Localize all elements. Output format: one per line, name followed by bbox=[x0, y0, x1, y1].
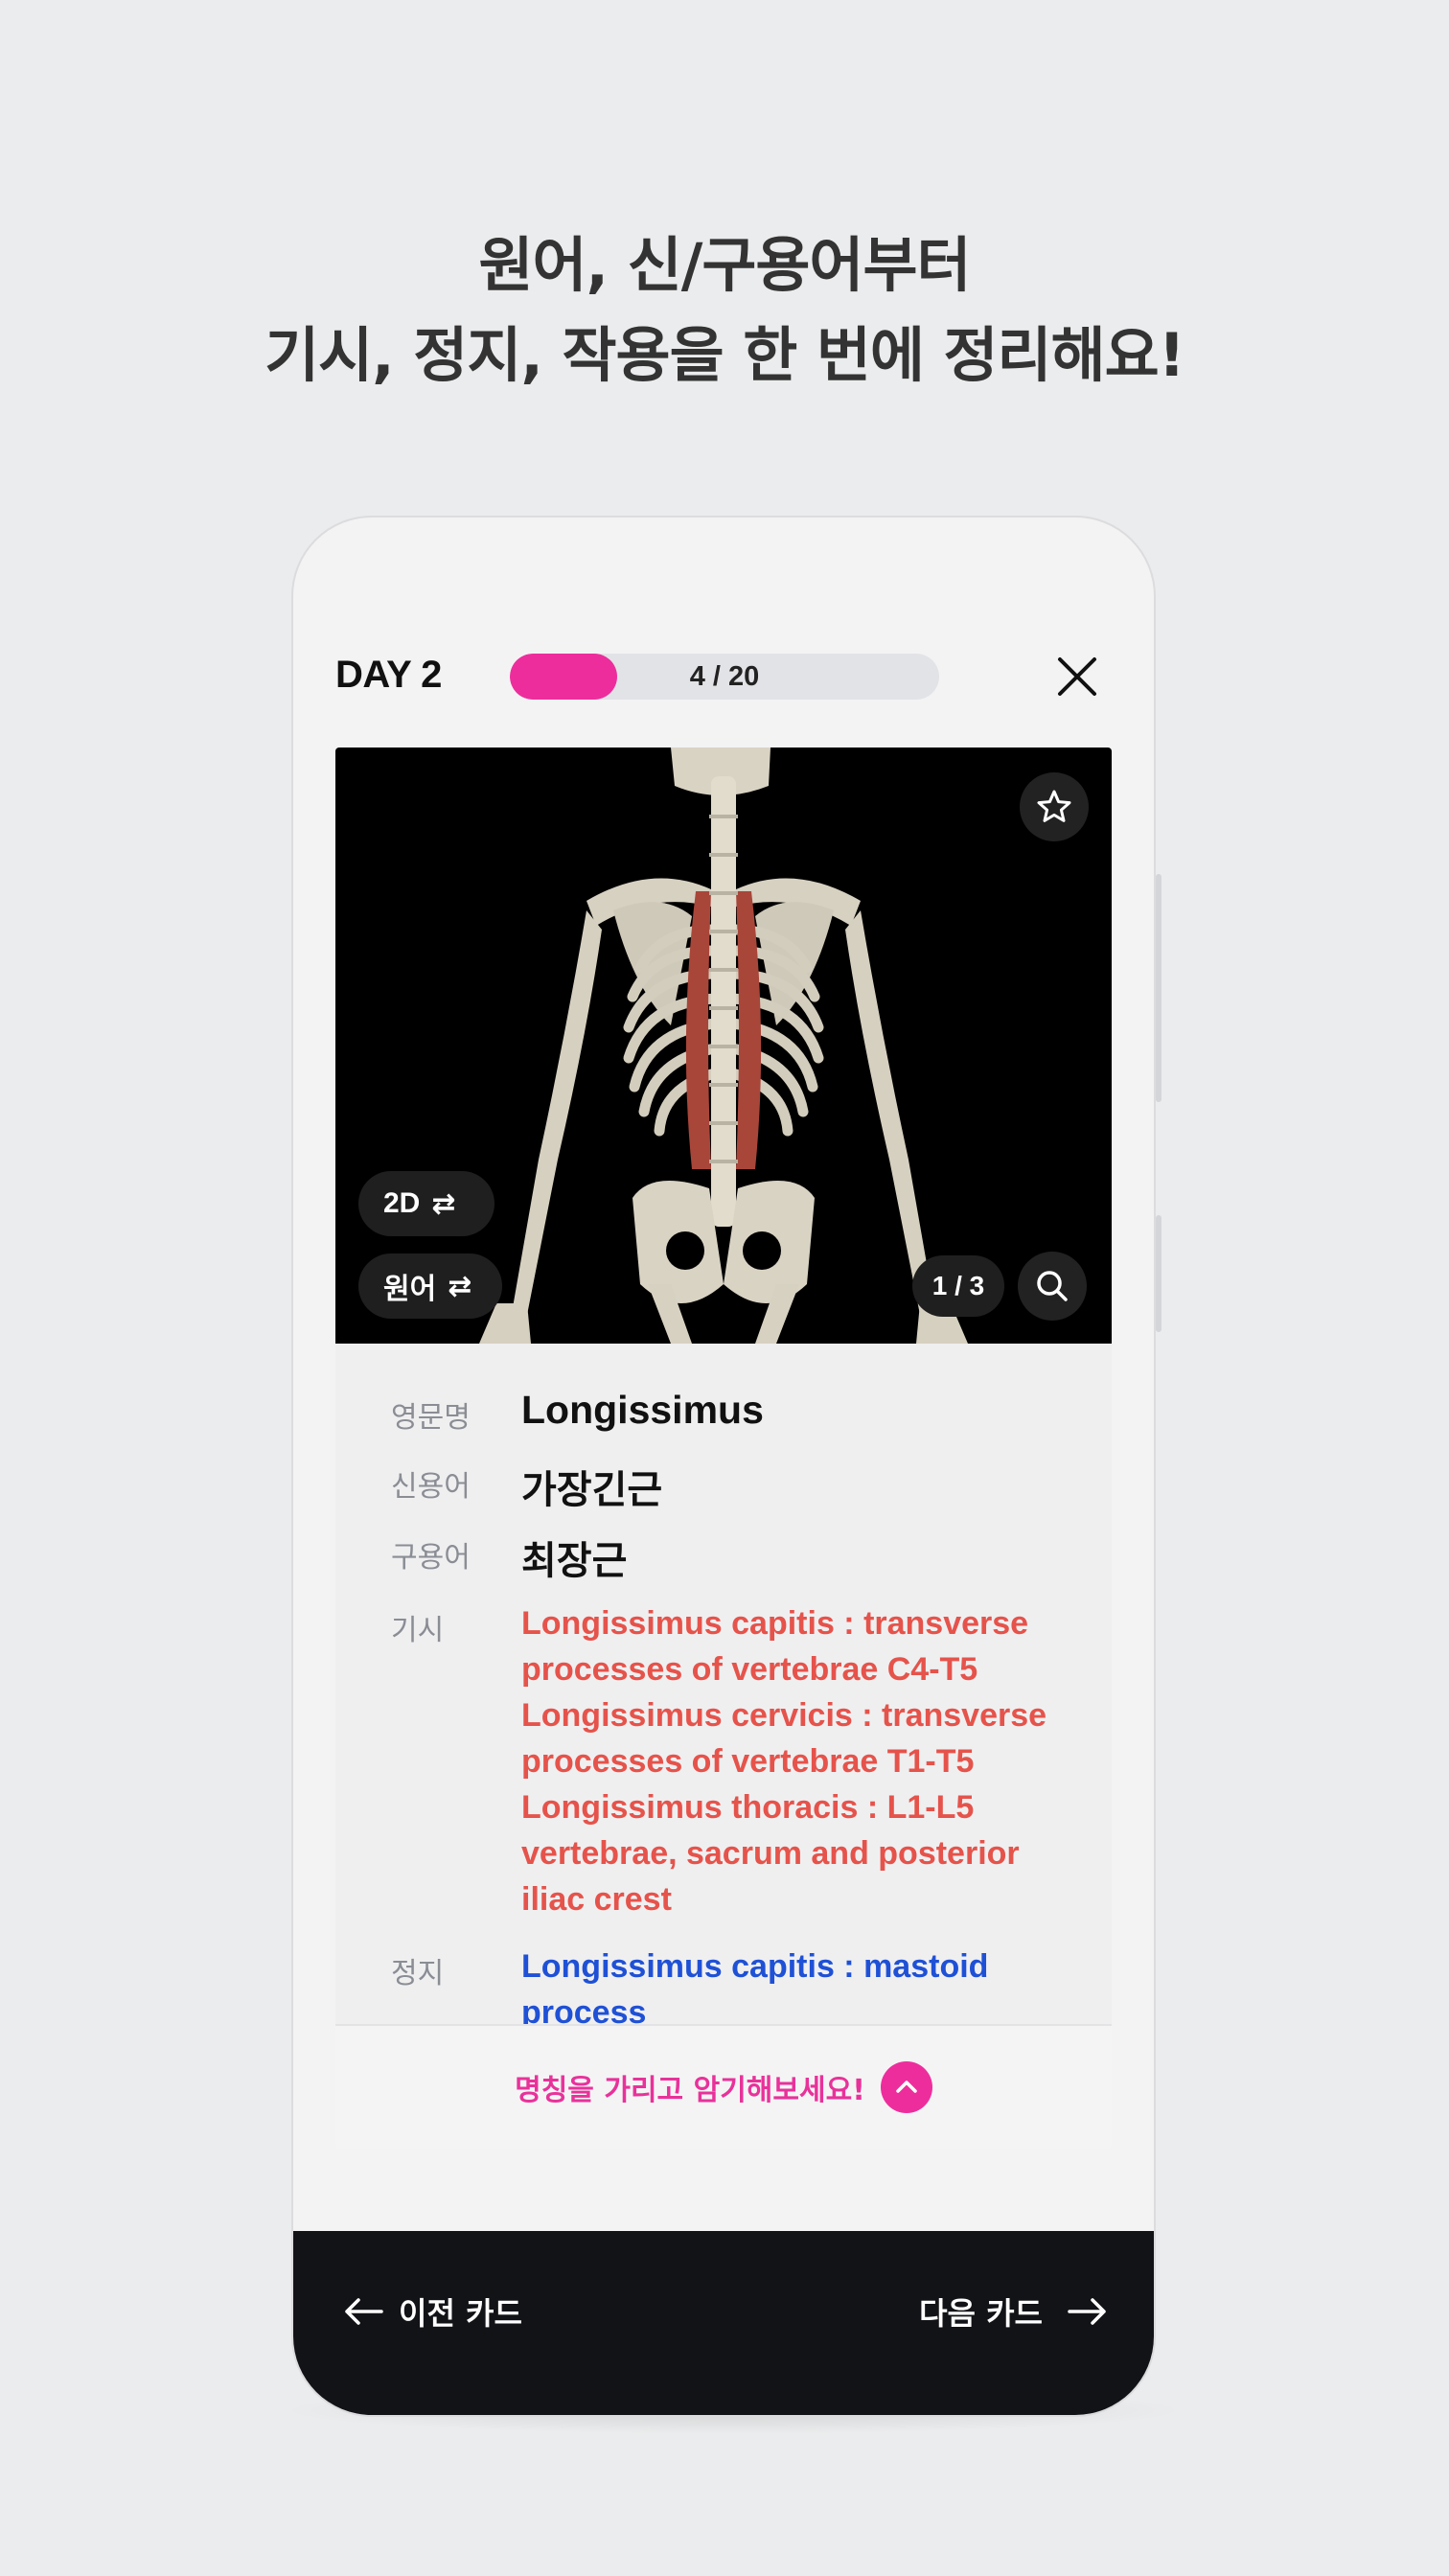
image-counter: 1 / 3 bbox=[912, 1255, 1004, 1317]
language-toggle[interactable]: 원어 ⇄ bbox=[358, 1254, 502, 1319]
promo-headline: 원어, 신/구용어부터 기시, 정지, 작용을 한 번에 정리해요! bbox=[0, 220, 1449, 401]
old-term-value: 최장근 bbox=[521, 1539, 628, 1583]
old-term-label: 구용어 bbox=[391, 1541, 471, 1575]
flash-card: 2D ⇄ 원어 ⇄ 1 / 3 영문명 Longissimus 신용어 가장긴근… bbox=[335, 748, 1112, 2149]
origin-label: 기시 bbox=[391, 1614, 445, 1647]
headline-line-1: 원어, 신/구용어부터 bbox=[478, 230, 971, 300]
arrow-left-icon bbox=[345, 2298, 383, 2325]
term-info: 영문명 Longissimus 신용어 가장긴근 구용어 최장근 기시 Long… bbox=[335, 1344, 1112, 2024]
phone-side-button-power bbox=[1156, 1215, 1162, 1332]
language-label: 원어 bbox=[383, 1273, 437, 1306]
star-icon bbox=[1037, 790, 1071, 822]
origin-line: processes of vertebrae C4-T5 bbox=[521, 1651, 978, 1688]
phone-frame: DAY 2 4 / 20 2D ⇄ 원어 ⇄ 1 / 3 영문명 Longiss… bbox=[291, 516, 1156, 2417]
view-mode-label: 2D bbox=[383, 1187, 421, 1219]
origin-value: Longissimus capitis : transverse process… bbox=[521, 1600, 1077, 1922]
previous-card-label: 이전 카드 bbox=[399, 2295, 522, 2332]
anatomy-image: 2D ⇄ 원어 ⇄ 1 / 3 bbox=[335, 748, 1112, 1344]
origin-line: Longissimus cervicis : transverse bbox=[521, 1697, 1047, 1734]
close-icon bbox=[1058, 657, 1096, 696]
chevron-up-icon bbox=[896, 2081, 917, 2093]
insertion-label: 정지 bbox=[391, 1957, 445, 1990]
swap-arrows-icon: ⇄ bbox=[431, 1186, 456, 1221]
cover-names-text: 명칭을 가리고 암기해보세요! bbox=[515, 2074, 865, 2107]
origin-line: vertebrae, sacrum and posterior bbox=[521, 1835, 1020, 1872]
origin-line: processes of vertebrae T1-T5 bbox=[521, 1743, 975, 1780]
cover-names-button[interactable] bbox=[880, 2061, 932, 2113]
origin-line: Longissimus thoracis : L1-L5 bbox=[521, 1789, 975, 1826]
next-card-button[interactable]: 다음 카드 bbox=[919, 2283, 1108, 2340]
cover-names-bar[interactable]: 명칭을 가리고 암기해보세요! bbox=[335, 2024, 1112, 2149]
english-name-value: Longissimus bbox=[521, 1388, 764, 1432]
insertion-value: Longissimus capitis : mastoid process bbox=[521, 1944, 1077, 2024]
new-term-label: 신용어 bbox=[391, 1470, 471, 1504]
insertion-line: process bbox=[521, 1994, 647, 2024]
progress-text: 4 / 20 bbox=[689, 661, 760, 692]
zoom-button[interactable] bbox=[1018, 1252, 1087, 1321]
next-card-label: 다음 카드 bbox=[919, 2295, 1043, 2332]
origin-line: iliac crest bbox=[521, 1881, 672, 1918]
previous-card-button[interactable]: 이전 카드 bbox=[343, 2283, 522, 2340]
day-label: DAY 2 bbox=[335, 654, 442, 696]
insertion-line: Longissimus capitis : mastoid bbox=[521, 1948, 989, 1985]
progress-bar: 4 / 20 bbox=[510, 654, 939, 700]
english-name-label: 영문명 bbox=[391, 1401, 471, 1435]
headline-line-2: 기시, 정지, 작용을 한 번에 정리해요! bbox=[264, 320, 1185, 390]
phone-side-button-volume bbox=[1156, 874, 1162, 1102]
view-mode-toggle[interactable]: 2D ⇄ bbox=[358, 1171, 494, 1236]
origin-line: Longissimus capitis : transverse bbox=[521, 1605, 1029, 1642]
close-button[interactable] bbox=[1054, 654, 1100, 700]
card-navigation-bar: 이전 카드 다음 카드 bbox=[293, 2231, 1154, 2415]
arrow-right-icon bbox=[1068, 2298, 1106, 2325]
swap-arrows-icon: ⇄ bbox=[448, 1269, 472, 1303]
search-icon bbox=[1037, 1271, 1068, 1301]
bookmark-button[interactable] bbox=[1020, 772, 1089, 841]
new-term-value: 가장긴근 bbox=[521, 1468, 663, 1512]
